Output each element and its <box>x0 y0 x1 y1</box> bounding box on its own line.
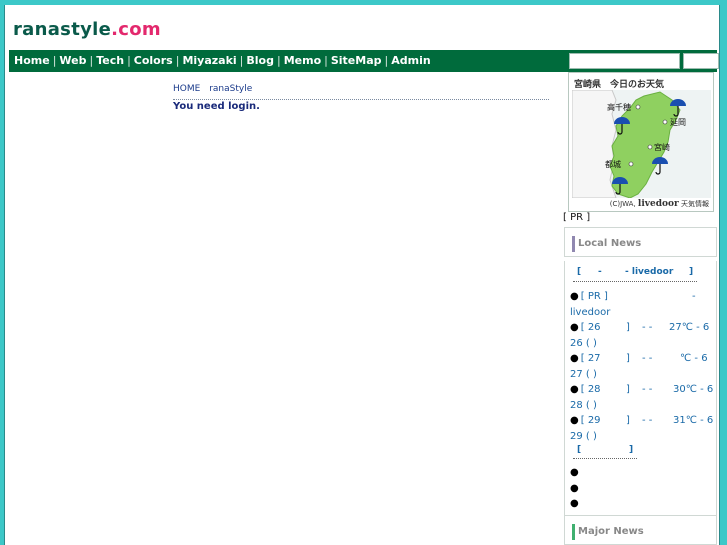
weather-widget[interactable]: 宮崎県 今日のお天気 高千穂 延岡 宮崎 都城 (C)JWA, livedoor… <box>568 72 714 212</box>
major-news-title: Major News <box>578 526 644 537</box>
forecast-date: [ 26 <box>580 322 601 333</box>
nav-separator: | <box>52 54 57 67</box>
local-news-list: [ - - livedoor ] ●[ PR ] - livedoor ●[ 2… <box>564 261 717 516</box>
forecast-close: ] <box>626 384 630 395</box>
local-news-bar <box>572 236 575 252</box>
feed-close: ] <box>689 267 694 277</box>
breadcrumb: HOME ranaStyle <box>173 84 549 100</box>
city-miyakonojo: 都城 <box>605 160 621 169</box>
forecast-line2[interactable]: 26 ( ) <box>570 338 597 349</box>
major-news-bar <box>572 524 575 540</box>
forecast-temp: 30℃ - 6 <box>673 384 714 395</box>
page: ranastyle.com Home | Web | Tech | Colors… <box>4 5 720 545</box>
bullet-icon: ● <box>570 353 579 364</box>
forecast-dashes: - - <box>642 384 653 395</box>
weather-title: 宮崎県 今日のお天気 <box>574 80 665 90</box>
nav-blog[interactable]: Blog <box>246 54 274 67</box>
site-logo[interactable]: ranastyle.com <box>13 19 161 40</box>
nav-bar: Home | Web | Tech | Colors | Miyazaki | … <box>9 50 719 72</box>
list-item[interactable]: ● <box>570 483 581 494</box>
forecast-close: ] <box>626 353 630 364</box>
forecast-temp: 31℃ - 6 <box>673 415 714 426</box>
search-button[interactable] <box>683 53 719 69</box>
feed-source: - livedoor <box>625 267 674 277</box>
bullet-icon: ● <box>570 483 579 494</box>
list-item[interactable]: ●[ 28 ] - - 30℃ - 6 <box>570 384 715 395</box>
forecast-date: [ 29 <box>580 415 601 426</box>
credit-suffix: 天気情報 <box>681 200 709 208</box>
bullet-icon: ● <box>570 291 579 302</box>
pr-item-label: [ PR ] <box>580 291 608 302</box>
nav-tech[interactable]: Tech <box>96 54 124 67</box>
logo-name: ranastyle <box>13 19 112 40</box>
nav-separator: | <box>384 54 389 67</box>
main-nav: Home | Web | Tech | Colors | Miyazaki | … <box>14 54 431 67</box>
pr-item-dash: - <box>692 291 696 302</box>
pr-item-source[interactable]: livedoor <box>570 307 610 318</box>
subfeed-close: ] <box>629 445 634 455</box>
nav-sitemap[interactable]: SiteMap <box>331 54 382 67</box>
list-item[interactable]: ●[ PR ] - <box>570 291 715 302</box>
nav-separator: | <box>127 54 131 67</box>
bullet-icon: ● <box>570 322 579 333</box>
city-dot-miyakonojo <box>628 161 634 167</box>
list-item[interactable]: ● <box>570 498 581 509</box>
feed-open: [ <box>577 267 582 277</box>
credit-brand: livedoor <box>637 199 679 209</box>
nav-separator: | <box>175 54 180 67</box>
city-takachiho: 高千穂 <box>607 102 631 112</box>
forecast-line2[interactable]: 29 ( ) <box>570 431 597 442</box>
nav-memo[interactable]: Memo <box>284 54 321 67</box>
weather-map: 高千穂 延岡 宮崎 都城 <box>572 90 711 198</box>
pr-label: [ PR ] <box>563 212 591 223</box>
list-item[interactable]: ●[ 29 ] - - 31℃ - 6 <box>570 415 715 426</box>
city-dot-takachiho <box>635 104 641 110</box>
nav-separator: | <box>239 54 244 67</box>
list-item[interactable]: ● <box>570 467 581 478</box>
credit-prefix: (C)JWA, <box>609 200 636 208</box>
city-dot-miyazaki <box>647 144 653 150</box>
feed-dash: - <box>598 267 602 277</box>
city-miyazaki: 宮崎 <box>654 142 670 152</box>
logo-tld: .com <box>111 19 161 40</box>
bullet-icon: ● <box>570 498 579 509</box>
local-news-feed-header[interactable]: [ - - livedoor ] <box>573 267 697 282</box>
nav-separator: | <box>324 54 328 67</box>
city-nobeoka: 延岡 <box>670 117 686 127</box>
search-input[interactable] <box>569 53 680 69</box>
forecast-temp: 27℃ - 6 <box>669 322 710 333</box>
nav-miyazaki[interactable]: Miyazaki <box>182 54 236 67</box>
local-news-title: Local News <box>578 238 642 249</box>
weather-credit[interactable]: (C)JWA, livedoor 天気情報 <box>610 199 709 209</box>
local-news-header: Local News <box>564 227 717 257</box>
nav-colors[interactable]: Colors <box>134 54 173 67</box>
forecast-line2[interactable]: 28 ( ) <box>570 400 597 411</box>
forecast-temp: ℃ - 6 <box>680 353 708 364</box>
list-item[interactable]: ●[ 27 ] - - ℃ - 6 <box>570 353 715 364</box>
forecast-date: [ 28 <box>580 384 601 395</box>
nav-home[interactable]: Home <box>14 54 50 67</box>
forecast-dashes: - - <box>642 322 653 333</box>
forecast-dashes: - - <box>642 415 653 426</box>
list-item[interactable]: ●[ 26 ] - - 27℃ - 6 <box>570 322 715 333</box>
local-news-subfeed-header[interactable]: [ ] <box>573 445 637 459</box>
major-news-header: Major News <box>564 515 717 545</box>
login-message: You need login. <box>173 101 260 112</box>
subfeed-open: [ <box>577 445 582 455</box>
nav-admin[interactable]: Admin <box>391 54 430 67</box>
bullet-icon: ● <box>570 415 579 426</box>
forecast-dashes: - - <box>642 353 653 364</box>
forecast-line2[interactable]: 27 ( ) <box>570 369 597 380</box>
bullet-icon: ● <box>570 467 579 478</box>
nav-separator: | <box>89 54 94 67</box>
nav-separator: | <box>276 54 281 67</box>
bullet-icon: ● <box>570 384 579 395</box>
forecast-close: ] <box>626 322 630 333</box>
breadcrumb-home[interactable]: HOME <box>173 84 200 94</box>
forecast-close: ] <box>626 415 630 426</box>
breadcrumb-ranastyle[interactable]: ranaStyle <box>209 84 252 94</box>
city-dot-nobeoka <box>662 119 668 125</box>
forecast-date: [ 27 <box>580 353 601 364</box>
nav-web[interactable]: Web <box>59 54 86 67</box>
